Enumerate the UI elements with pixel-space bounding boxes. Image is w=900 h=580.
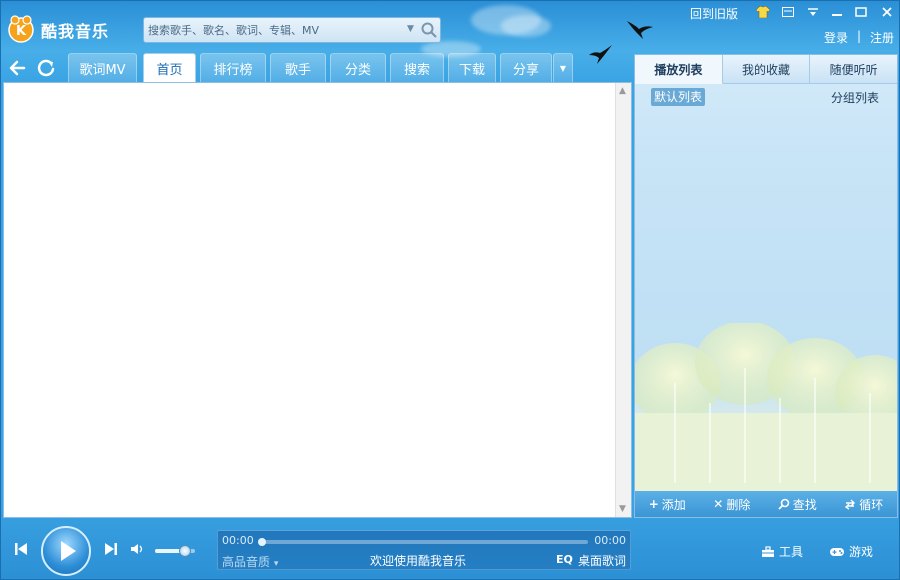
tab-play-list[interactable]: 播放列表: [635, 55, 723, 84]
group-list-button[interactable]: 分组列表: [831, 89, 879, 106]
mini-mode-icon[interactable]: [778, 4, 798, 20]
tab-lyrics-mv[interactable]: 歌词MV: [68, 53, 137, 82]
games-button[interactable]: 游戏: [829, 543, 873, 560]
swallow-bird-icon: [627, 21, 653, 39]
gamepad-icon: [830, 547, 844, 556]
tab-download[interactable]: 下载: [448, 53, 496, 82]
cloud-decoration: [501, 15, 551, 37]
minimize-icon[interactable]: [827, 4, 847, 20]
next-track-icon[interactable]: [103, 541, 119, 557]
eq-button[interactable]: EQ: [556, 553, 573, 566]
current-time: 00:00: [222, 534, 254, 547]
progress-panel: 00:00 00:00 高品音质 ▾ 欢迎使用酷我音乐 EQ 桌面歌词: [217, 530, 631, 570]
player-bar: 00:00 00:00 高品音质 ▾ 欢迎使用酷我音乐 EQ 桌面歌词 工具 游…: [1, 519, 899, 579]
scroll-down-icon[interactable]: ▼: [619, 504, 626, 514]
delete-button[interactable]: ✕ 删除: [713, 496, 750, 513]
search-box[interactable]: ▼: [143, 17, 441, 43]
refresh-icon[interactable]: [35, 57, 57, 79]
tab-my-favorites[interactable]: 我的收藏: [722, 55, 811, 84]
loop-button[interactable]: 循环: [844, 496, 883, 513]
tab-singers[interactable]: 歌手: [270, 53, 326, 82]
play-button[interactable]: [41, 526, 91, 576]
add-button[interactable]: + 添加: [649, 496, 686, 513]
volume-speaker-icon[interactable]: [130, 543, 146, 555]
chevron-down-icon: ▾: [273, 559, 279, 569]
plus-icon: +: [648, 497, 659, 511]
old-version-link[interactable]: 回到旧版: [690, 5, 738, 22]
toolbox-icon: [762, 545, 774, 557]
desktop-lyrics-button[interactable]: 桌面歌词: [578, 552, 626, 569]
swallow-bird-icon: [589, 45, 612, 64]
playlist-panel: 播放列表 我的收藏 随便听听 默认列表 分组列表 + 添加 ✕ 删除 查找 循环: [634, 54, 898, 518]
app-window: K 酷我音乐 ▼ 回到旧版 登录 | 注册: [0, 0, 900, 580]
previous-track-icon[interactable]: [13, 541, 29, 557]
total-time: 00:00: [594, 534, 626, 547]
back-arrow-icon[interactable]: [7, 57, 29, 79]
app-title: 酷我音乐: [41, 22, 110, 41]
search-input[interactable]: [148, 21, 406, 39]
volume-slider[interactable]: [155, 545, 195, 557]
tab-share[interactable]: 分享: [500, 53, 552, 82]
maximize-icon[interactable]: [851, 4, 871, 20]
quality-label: 高品音质: [222, 555, 271, 569]
tab-home[interactable]: 首页: [143, 53, 196, 83]
search-icon[interactable]: [420, 21, 438, 39]
playlist-tabs: 播放列表 我的收藏 随便听听: [635, 55, 898, 84]
register-link[interactable]: 注册: [870, 29, 894, 46]
progress-bar[interactable]: [258, 538, 588, 546]
search-dropdown-icon[interactable]: ▼: [407, 24, 414, 34]
close-icon[interactable]: [877, 4, 897, 20]
tab-charts[interactable]: 排行榜: [200, 53, 266, 82]
progress-knob[interactable]: [258, 538, 266, 546]
play-icon: [61, 541, 76, 561]
tab-more-dropdown[interactable]: ▼: [553, 53, 573, 82]
login-separator: |: [857, 29, 862, 43]
scroll-up-icon[interactable]: ▲: [619, 86, 626, 96]
menu-icon[interactable]: [803, 4, 823, 20]
vertical-scrollbar[interactable]: ▲ ▼: [615, 83, 631, 517]
svg-text:K: K: [16, 24, 27, 39]
chevron-down-icon: ▼: [559, 63, 567, 73]
x-icon: ✕: [713, 497, 724, 511]
main-content-area: ▲ ▼: [3, 82, 632, 518]
playlist-action-bar: + 添加 ✕ 删除 查找 循环: [635, 491, 897, 517]
loop-icon: [845, 499, 856, 510]
search-icon: [778, 498, 790, 510]
volume-slider-knob[interactable]: [179, 545, 191, 557]
tab-categories[interactable]: 分类: [330, 53, 386, 82]
tab-search[interactable]: 搜索: [390, 53, 444, 82]
default-list-button[interactable]: 默认列表: [651, 88, 706, 106]
tab-random-listen[interactable]: 随便听听: [810, 55, 898, 84]
welcome-message: 欢迎使用酷我音乐: [370, 554, 467, 568]
quality-selector[interactable]: 高品音质 ▾: [222, 553, 278, 570]
kuwo-logo-icon: K: [8, 15, 34, 43]
find-button[interactable]: 查找: [778, 496, 817, 513]
skin-shirt-icon[interactable]: [753, 4, 773, 20]
trees-background-illustration: [635, 323, 897, 493]
tools-button[interactable]: 工具: [761, 543, 803, 560]
login-link[interactable]: 登录: [824, 29, 848, 46]
